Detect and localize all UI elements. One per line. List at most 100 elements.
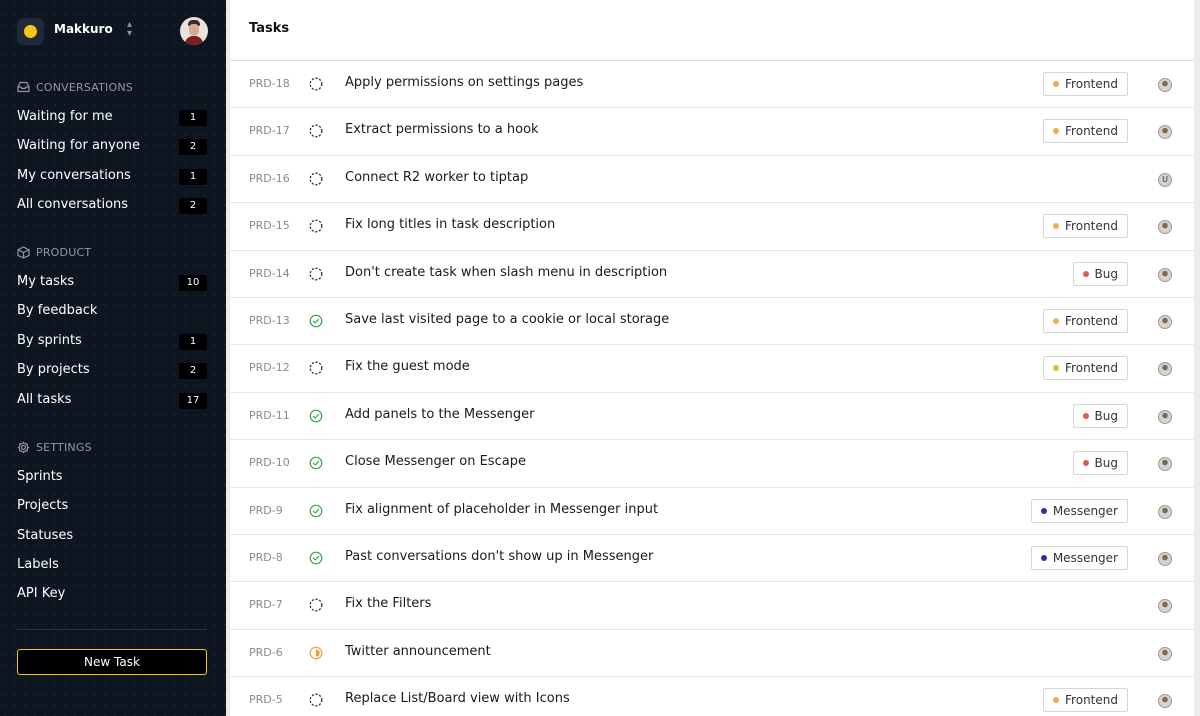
label-badge[interactable]: Bug	[1072, 451, 1128, 476]
task-title[interactable]: Extract permissions to a hook	[345, 122, 539, 137]
sidebar-item-labels[interactable]: Labels	[17, 555, 207, 577]
label-badge[interactable]: Frontend	[1043, 308, 1128, 333]
task-row[interactable]: PRD-17 Extract permissions to a hook Front…	[230, 108, 1194, 156]
sidebar-item-by-sprints[interactable]: By sprints 1	[17, 331, 207, 353]
task-id: PRD-15	[249, 219, 290, 233]
task-title[interactable]: Replace List/Board view with Icons	[345, 691, 570, 706]
task-title[interactable]: Don't create task when slash menu in des…	[345, 265, 667, 280]
task-title[interactable]: Close Messenger on Escape	[345, 454, 526, 469]
task-title[interactable]: Past conversations don't show up in Mess…	[345, 549, 653, 564]
task-id: PRD-18	[249, 77, 290, 90]
task-row[interactable]: PRD-16 Connect R2 worker to tiptap U	[230, 156, 1194, 204]
assignee-avatar[interactable]	[1158, 504, 1172, 519]
sidebar-item-statuses[interactable]: Statuses	[17, 526, 207, 548]
label-badge[interactable]: Bug	[1072, 261, 1128, 286]
sidebar-item-by-feedback[interactable]: By feedback	[17, 301, 207, 323]
sidebar-item-all-tasks[interactable]: All tasks 17	[17, 390, 207, 412]
status-todo-icon[interactable]	[309, 693, 323, 707]
sidebar-item-all-conversations[interactable]: All conversations 2	[17, 195, 207, 217]
task-row[interactable]: PRD-10 Close Messenger on Escape Bug	[230, 440, 1194, 488]
task-title[interactable]: Save last visited page to a cookie or lo…	[345, 312, 669, 327]
task-row[interactable]: PRD-14 Don't create task when slash menu …	[230, 251, 1194, 298]
sidebar-item-api-key[interactable]: API Key	[17, 584, 207, 606]
assignee-avatar[interactable]	[1158, 220, 1172, 235]
task-row[interactable]: PRD-9 Fix alignment of placeholder in Mes…	[230, 488, 1194, 535]
label-text: Frontend	[1065, 693, 1118, 708]
status-todo-icon[interactable]	[309, 124, 323, 138]
task-title[interactable]: Apply permissions on settings pages	[345, 75, 583, 90]
task-row[interactable]: PRD-8 Past conversations don't show up in…	[230, 535, 1194, 583]
label-color-dot	[1053, 697, 1060, 704]
task-id: PRD-13	[249, 313, 290, 327]
assignee-avatar[interactable]	[1158, 646, 1172, 661]
assignee-avatar[interactable]	[1158, 694, 1172, 709]
status-todo-icon[interactable]	[309, 361, 323, 375]
status-done-icon[interactable]	[309, 551, 323, 565]
task-title[interactable]: Connect R2 worker to tiptap	[345, 170, 528, 185]
task-title[interactable]: Fix alignment of placeholder in Messenge…	[345, 502, 658, 517]
status-done-icon[interactable]	[309, 409, 323, 423]
task-row[interactable]: PRD-5 Replace List/Board view with Icons F…	[230, 677, 1194, 716]
workspace-switcher[interactable]: Makkuro ▴ ▾	[17, 17, 208, 45]
label-color-dot	[1053, 128, 1060, 135]
task-row[interactable]: PRD-12 Fix the guest mode Frontend	[230, 345, 1194, 393]
task-row[interactable]: PRD-11 Add panels to the Messenger Bug	[230, 393, 1194, 441]
task-id: PRD-10	[249, 456, 290, 470]
task-row[interactable]: PRD-6 Twitter announcement	[230, 630, 1194, 678]
status-done-icon[interactable]	[309, 314, 323, 328]
label-badge[interactable]: Frontend	[1043, 688, 1128, 713]
label-color-dot	[1053, 317, 1060, 324]
task-title[interactable]: Fix long titles in task description	[345, 217, 555, 232]
assignee-avatar[interactable]	[1158, 551, 1172, 566]
assignee-avatar[interactable]	[1158, 78, 1172, 92]
label-badge[interactable]: Messenger	[1030, 545, 1128, 570]
sidebar-item-projects[interactable]: Projects	[17, 496, 207, 518]
status-in-progress-icon[interactable]	[309, 646, 323, 660]
assignee-avatar[interactable]	[1158, 457, 1172, 472]
task-title[interactable]: Twitter announcement	[345, 644, 491, 659]
count-badge: 1	[179, 110, 207, 126]
assignee-avatar[interactable]: U	[1158, 172, 1172, 187]
label-badge[interactable]: Frontend	[1043, 119, 1128, 144]
assignee-avatar[interactable]	[1158, 314, 1172, 329]
label-text: Bug	[1094, 456, 1118, 471]
status-todo-icon[interactable]	[309, 219, 323, 233]
task-row[interactable]: PRD-13 Save last visited page to a cookie…	[230, 298, 1194, 346]
sidebar-item-waiting-for-anyone[interactable]: Waiting for anyone 2	[17, 136, 207, 158]
assignee-avatar[interactable]	[1158, 362, 1172, 377]
assignee-avatar[interactable]	[1158, 599, 1172, 614]
status-done-icon[interactable]	[309, 456, 323, 470]
assignee-avatar[interactable]	[1158, 125, 1172, 140]
label-badge[interactable]: Messenger	[1030, 498, 1128, 523]
status-todo-icon[interactable]	[309, 267, 323, 281]
label-badge[interactable]: Bug	[1072, 403, 1128, 428]
chevron-updown-icon[interactable]: ▴ ▾	[127, 20, 132, 39]
status-todo-icon[interactable]	[309, 598, 323, 612]
sidebar-item-by-projects[interactable]: By projects 2	[17, 360, 207, 382]
sidebar-item-my-conversations[interactable]: My conversations 1	[17, 166, 207, 188]
task-row[interactable]: PRD-15 Fix long titles in task descriptio…	[230, 203, 1194, 251]
sidebar-item-my-tasks[interactable]: My tasks 10	[17, 272, 207, 294]
assignee-avatar[interactable]	[1158, 267, 1172, 282]
status-todo-icon[interactable]	[309, 172, 323, 186]
assignee-avatar[interactable]	[1158, 409, 1172, 424]
task-row[interactable]: PRD-18 Apply permissions on settings page…	[230, 61, 1194, 109]
task-title[interactable]: Add panels to the Messenger	[345, 407, 535, 422]
count-badge: 2	[179, 139, 207, 155]
label-badge[interactable]: Frontend	[1043, 214, 1128, 239]
task-title[interactable]: Fix the Filters	[345, 596, 431, 611]
task-title[interactable]: Fix the guest mode	[345, 359, 470, 374]
new-task-button[interactable]: New Task	[17, 649, 207, 675]
scrollbar[interactable]	[1194, 0, 1200, 716]
task-id: PRD-9	[249, 503, 283, 517]
label-badge[interactable]: Frontend	[1043, 356, 1128, 381]
status-todo-icon[interactable]	[309, 77, 323, 91]
sidebar-item-waiting-for-me[interactable]: Waiting for me 1	[17, 107, 207, 129]
sidebar-item-sprints[interactable]: Sprints	[17, 467, 207, 489]
label-badge[interactable]: Frontend	[1043, 72, 1128, 96]
task-id: PRD-12	[249, 361, 290, 375]
task-row[interactable]: PRD-7 Fix the Filters	[230, 582, 1194, 630]
count-badge: 1	[179, 169, 207, 185]
status-done-icon[interactable]	[309, 504, 323, 518]
avatar[interactable]	[180, 17, 208, 45]
